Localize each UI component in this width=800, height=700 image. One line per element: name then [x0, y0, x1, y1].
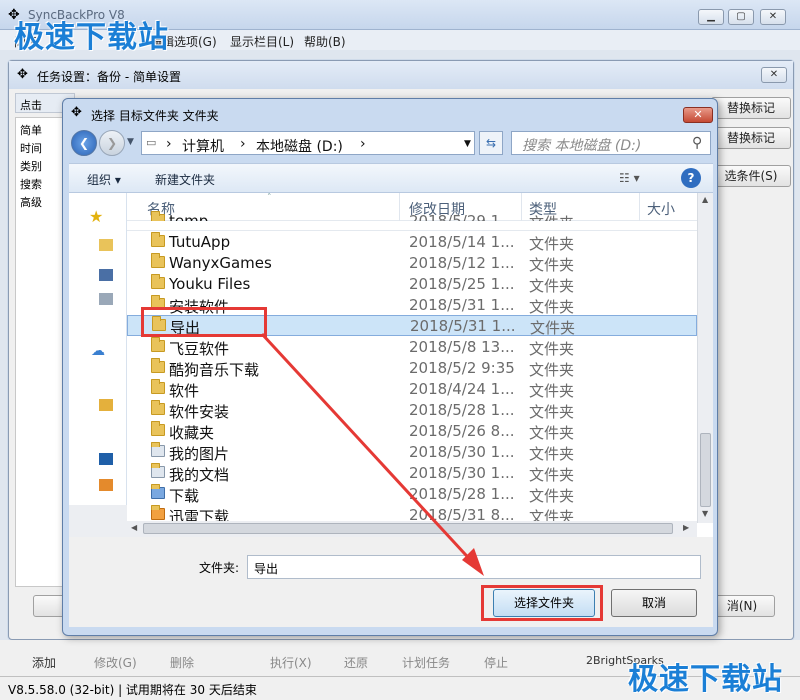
annotation-arrow [260, 332, 484, 576]
